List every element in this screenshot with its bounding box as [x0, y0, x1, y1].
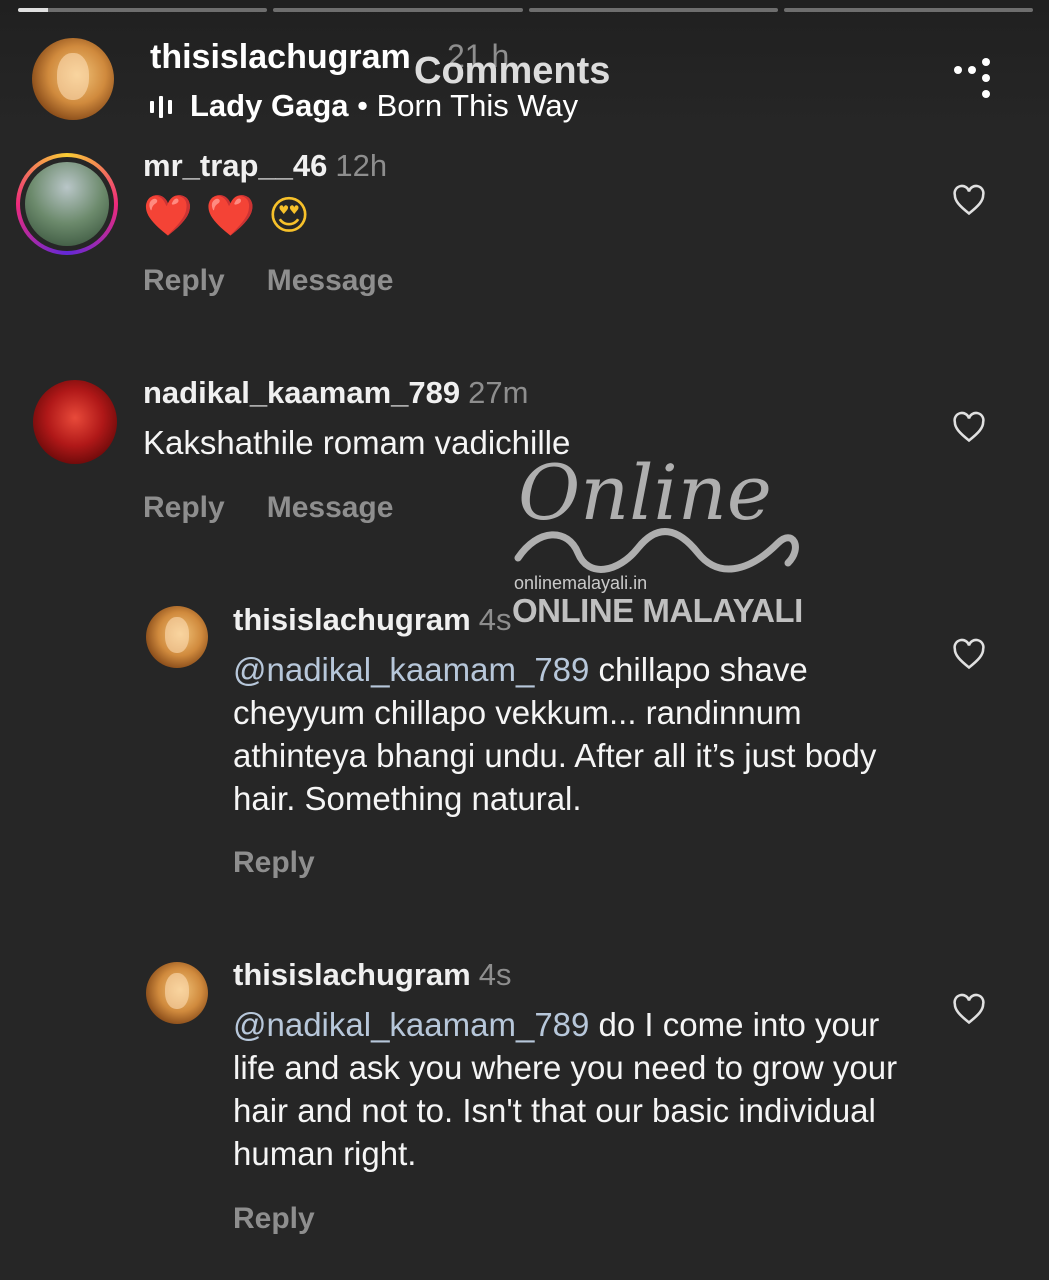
commenter-avatar [25, 162, 109, 246]
commenter-avatar[interactable] [33, 380, 117, 464]
reply-actions: Reply [233, 846, 357, 880]
message-button[interactable]: Message [267, 491, 394, 524]
reply-username[interactable]: thisislachugram 4s [233, 602, 913, 638]
music-separator: • [357, 88, 368, 123]
reply-avatar[interactable] [146, 962, 208, 1024]
reply: thisislachugram 4s @nadikal_kaamam_789 do… [233, 957, 913, 1175]
heart-emoji: ❤️ [143, 193, 193, 239]
story-ring[interactable] [16, 153, 118, 255]
comment-text: Kakshathile romam vadichille [143, 424, 571, 461]
like-heart-icon[interactable] [952, 638, 986, 670]
progress-segment [18, 8, 268, 12]
reply-actions: Reply [233, 1202, 357, 1236]
like-heart-icon[interactable] [952, 993, 986, 1025]
reply-text: @nadikal_kaamam_789 chillapo shave cheyy… [233, 651, 877, 817]
music-artist: Lady Gaga [190, 88, 349, 123]
reply-avatar[interactable] [146, 606, 208, 668]
comment: mr_trap__46 12h ❤️ ❤️ 😍 [143, 148, 903, 242]
comment-emojis: ❤️ ❤️ 😍 [143, 190, 903, 242]
story-progress-bar [18, 8, 1033, 12]
music-info[interactable]: Lady Gaga • Born This Way [190, 88, 578, 124]
mention-link[interactable]: @nadikal_kaamam_789 [233, 651, 589, 688]
header-avatar[interactable] [32, 38, 114, 120]
progress-segment [783, 8, 1033, 12]
reply-time: 4s [478, 957, 512, 992]
comment-username[interactable]: mr_trap__46 12h [143, 148, 903, 184]
music-bars-icon [150, 95, 176, 119]
avatar-image [146, 606, 208, 668]
comment-time: 27m [468, 375, 529, 410]
comment: nadikal_kaamam_789 27m Kakshathile romam … [143, 375, 903, 464]
like-heart-icon[interactable] [952, 184, 986, 216]
music-track: Born This Way [376, 88, 579, 123]
page-title: Comments [414, 50, 611, 92]
reply-text: @nadikal_kaamam_789 do I come into your … [233, 1006, 898, 1172]
avatar-image [32, 38, 114, 120]
reply-button[interactable]: Reply [233, 1202, 315, 1235]
more-options-icon[interactable] [952, 58, 996, 100]
watermark-url: onlinemalayali.in [514, 573, 648, 593]
reply-button[interactable]: Reply [143, 264, 225, 297]
mention-link[interactable]: @nadikal_kaamam_789 [233, 1006, 589, 1043]
message-button[interactable]: Message [267, 264, 394, 297]
progress-segment [528, 8, 778, 12]
comment-time: 12h [335, 148, 388, 183]
avatar-image [146, 962, 208, 1024]
reply-time: 4s [478, 602, 512, 637]
comment-username[interactable]: nadikal_kaamam_789 27m [143, 375, 903, 411]
reply-button[interactable]: Reply [143, 491, 225, 524]
progress-segment [273, 8, 523, 12]
heart-emoji: ❤️ [205, 193, 256, 239]
comment-actions: Reply Message [143, 264, 435, 298]
header-username[interactable]: thisislachugram [150, 38, 411, 77]
reply-button[interactable]: Reply [233, 846, 315, 879]
heart-eyes-emoji: 😍 [268, 193, 310, 239]
watermark-script-flourish [514, 528, 799, 573]
reply-username[interactable]: thisislachugram 4s [233, 957, 913, 993]
reply: thisislachugram 4s @nadikal_kaamam_789 ch… [233, 602, 913, 820]
like-heart-icon[interactable] [952, 411, 986, 443]
comment-actions: Reply Message [143, 491, 435, 525]
